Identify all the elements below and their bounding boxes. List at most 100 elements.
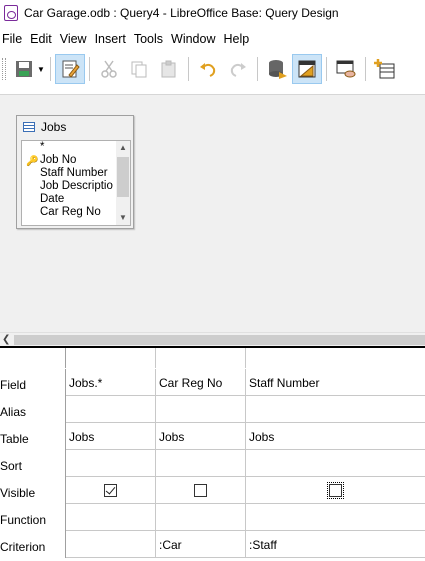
- visible-cell: [66, 477, 156, 504]
- paste-icon: [161, 60, 176, 78]
- menu-insert[interactable]: Insert: [92, 32, 131, 46]
- field-cell[interactable]: Staff Number: [246, 369, 425, 396]
- alias-cell[interactable]: [246, 396, 425, 423]
- edit-design-icon: [62, 60, 80, 78]
- field-cell[interactable]: Car Reg No: [156, 369, 246, 396]
- row-label-table: Table: [0, 423, 66, 450]
- toolbar-grip[interactable]: [2, 58, 6, 80]
- grid-row-visible: Visible: [0, 477, 425, 504]
- design-area-horizontal-scrollbar[interactable]: ❮: [0, 332, 425, 346]
- edit-design-button[interactable]: [55, 54, 85, 84]
- function-cell[interactable]: [66, 504, 156, 531]
- row-label-sort: Sort: [0, 450, 66, 477]
- row-label-criterion: Criterion: [0, 531, 66, 558]
- field-label: Date: [40, 193, 65, 205]
- grid-row-alias: Alias: [0, 396, 425, 423]
- redo-button[interactable]: [223, 54, 253, 84]
- field-list-item[interactable]: Date: [22, 193, 130, 206]
- column-header[interactable]: [66, 348, 156, 368]
- sort-cell[interactable]: [246, 450, 425, 477]
- add-table-icon: [374, 59, 395, 79]
- toolbar-separator: [50, 57, 51, 81]
- field-list-scrollbar[interactable]: ▲ ▼: [116, 141, 130, 225]
- chevron-down-icon[interactable]: ▼: [116, 211, 130, 225]
- menu-file[interactable]: File: [0, 32, 27, 46]
- menu-bar: File Edit View Insert Tools Window Help: [0, 29, 425, 49]
- libreoffice-base-icon: [4, 5, 18, 21]
- table-window-title[interactable]: Jobs: [17, 116, 133, 138]
- row-label-field: Field: [0, 369, 66, 396]
- column-header[interactable]: [156, 348, 246, 368]
- query-design-grid: Field Jobs.* Car Reg No Staff Number Ali…: [0, 346, 425, 561]
- visible-checkbox[interactable]: [327, 482, 344, 499]
- table-cell[interactable]: Jobs: [156, 423, 246, 450]
- menu-tools[interactable]: Tools: [131, 32, 168, 46]
- window-title: Car Garage.odb : Query4 - LibreOffice Ba…: [24, 6, 339, 20]
- table-window-title-text: Jobs: [41, 120, 67, 134]
- alias-cell[interactable]: [156, 396, 246, 423]
- toolbar-separator: [326, 57, 327, 81]
- field-list-item[interactable]: Car Reg No: [22, 206, 130, 219]
- menu-help[interactable]: Help: [221, 32, 255, 46]
- sort-cell[interactable]: [156, 450, 246, 477]
- undo-button[interactable]: [193, 54, 223, 84]
- column-header[interactable]: [246, 348, 425, 368]
- alias-cell[interactable]: [66, 396, 156, 423]
- table-design-area[interactable]: Jobs * 🔑 Job No Staff Number Job Descript…: [0, 94, 425, 332]
- chevron-up-icon[interactable]: ▲: [116, 141, 130, 155]
- design-view-button[interactable]: [292, 54, 322, 84]
- sort-cell[interactable]: [66, 450, 156, 477]
- grid-row-function: Function: [0, 504, 425, 531]
- sql-view-button[interactable]: [331, 54, 361, 84]
- function-cell[interactable]: [246, 504, 425, 531]
- jobs-table-window[interactable]: Jobs * 🔑 Job No Staff Number Job Descript…: [16, 115, 134, 229]
- paste-button[interactable]: [154, 54, 184, 84]
- run-query-icon: [269, 60, 287, 79]
- save-button[interactable]: [9, 54, 39, 84]
- redo-icon: [230, 63, 246, 77]
- chevron-left-icon[interactable]: ❮: [2, 333, 10, 347]
- row-label-function: Function: [0, 504, 66, 531]
- field-list[interactable]: * 🔑 Job No Staff Number Job Descriptio Da…: [21, 140, 131, 226]
- grid-row-table: Table Jobs Jobs Jobs: [0, 423, 425, 450]
- field-list-item[interactable]: Job Descriptio: [22, 180, 130, 193]
- scrollbar-thumb[interactable]: [14, 335, 425, 345]
- toolbar-separator: [188, 57, 189, 81]
- cut-button[interactable]: [94, 54, 124, 84]
- toolbar-separator: [89, 57, 90, 81]
- toolbar-separator: [257, 57, 258, 81]
- menu-window[interactable]: Window: [168, 32, 220, 46]
- visible-cell: [246, 477, 425, 504]
- criterion-cell[interactable]: [66, 531, 156, 558]
- row-label-alias: Alias: [0, 396, 66, 423]
- visible-checkbox[interactable]: [194, 484, 207, 497]
- run-query-button[interactable]: [262, 54, 292, 84]
- save-icon: [16, 61, 32, 77]
- field-label: Staff Number: [40, 167, 108, 179]
- undo-icon: [200, 63, 216, 77]
- field-label: Job No: [40, 154, 77, 166]
- field-list-item[interactable]: *: [22, 141, 130, 154]
- grid-row-sort: Sort: [0, 450, 425, 477]
- grid-row-field: Field Jobs.* Car Reg No Staff Number: [0, 369, 425, 396]
- field-list-item[interactable]: 🔑 Job No: [22, 154, 130, 167]
- field-label: *: [40, 141, 45, 153]
- copy-button[interactable]: [124, 54, 154, 84]
- table-cell[interactable]: Jobs: [246, 423, 425, 450]
- menu-edit[interactable]: Edit: [27, 32, 57, 46]
- field-list-item[interactable]: Staff Number: [22, 167, 130, 180]
- row-label-visible: Visible: [0, 477, 66, 504]
- menu-view[interactable]: View: [57, 32, 92, 46]
- title-bar: Car Garage.odb : Query4 - LibreOffice Ba…: [0, 0, 425, 26]
- copy-icon: [131, 61, 147, 78]
- visible-checkbox[interactable]: [104, 484, 117, 497]
- criterion-cell[interactable]: :Car: [156, 531, 246, 558]
- field-cell[interactable]: Jobs.*: [66, 369, 156, 396]
- function-cell[interactable]: [156, 504, 246, 531]
- table-cell[interactable]: Jobs: [66, 423, 156, 450]
- scrollbar-thumb[interactable]: [117, 157, 129, 197]
- toolbar-separator: [365, 57, 366, 81]
- grid-corner: [0, 348, 66, 368]
- criterion-cell[interactable]: :Staff: [246, 531, 425, 558]
- add-table-button[interactable]: [370, 54, 400, 84]
